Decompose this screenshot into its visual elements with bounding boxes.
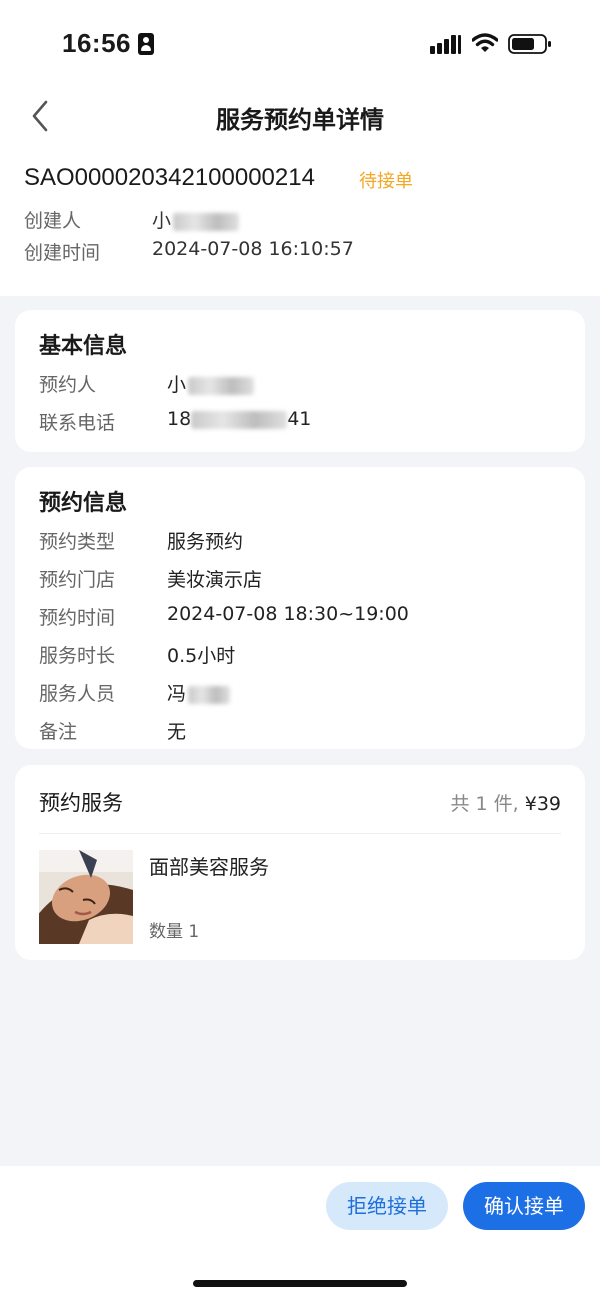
created-time-value: 2024-07-08 16:10:57: [152, 238, 354, 260]
basic-info-card: 基本信息 预约人 小 联系电话 18 41: [15, 310, 585, 452]
remark-label: 备注: [39, 721, 78, 743]
bottom-action-bar: 拒绝接单 确认接单: [0, 1166, 600, 1300]
redacted-name: [173, 212, 240, 231]
divider: [39, 833, 561, 834]
creator-value: 小: [152, 206, 240, 233]
phone-row: 联系电话 18 41: [39, 408, 559, 438]
booking-store-label: 预约门店: [39, 569, 116, 591]
service-duration-row: 服务时长 0.5小时: [39, 641, 559, 671]
service-name: 面部美容服务: [149, 855, 269, 879]
booking-time-row: 预约时间 2024-07-08 18:30~19:00: [39, 603, 559, 633]
service-staff-row: 服务人员 冯: [39, 679, 559, 709]
service-staff-value: 冯: [167, 679, 231, 706]
remark-row: 备注 无: [39, 717, 559, 747]
booking-type-label: 预约类型: [39, 531, 116, 553]
service-quantity: 数量 1: [149, 922, 200, 942]
booker-label: 预约人: [39, 374, 97, 396]
basic-info-title: 基本信息: [39, 334, 128, 359]
page-title: 服务预约单详情: [216, 106, 384, 134]
wifi-icon: [472, 33, 498, 52]
creator-label: 创建人: [24, 210, 82, 232]
cellular-signal-icon: [430, 34, 462, 54]
navigation-bar: 服务预约单详情: [0, 90, 600, 142]
battery-icon: [508, 34, 551, 54]
booking-type-row: 预约类型 服务预约: [39, 527, 559, 557]
booking-store-row: 预约门店 美妆演示店: [39, 565, 559, 595]
created-time-label: 创建时间: [24, 242, 101, 264]
booked-services-card: 预约服务 共 1 件, ¥39 面部美容服务 数量 1: [15, 765, 585, 960]
redacted-name: [188, 376, 255, 395]
facial-service-image: [39, 850, 133, 944]
redacted-phone: [191, 410, 288, 429]
reject-order-button[interactable]: 拒绝接单: [326, 1182, 448, 1230]
booking-info-card: 预约信息 预约类型 服务预约 预约门店 美妆演示店 预约时间 2024-07-0…: [15, 467, 585, 749]
booking-time-value: 2024-07-08 18:30~19:00: [167, 603, 409, 625]
status-bar: 16:56: [0, 0, 600, 90]
order-number: SAO000020342100000214: [24, 164, 315, 191]
contact-card-icon: [138, 33, 154, 55]
service-duration-label: 服务时长: [39, 645, 116, 667]
services-count: 共 1 件,: [450, 793, 525, 815]
order-status-badge: 待接单: [359, 171, 413, 192]
booking-store-value: 美妆演示店: [167, 569, 263, 591]
booker-value: 小: [167, 370, 255, 397]
redacted-name: [188, 685, 231, 704]
remark-value: 无: [167, 721, 187, 743]
phone-value[interactable]: 18 41: [167, 408, 311, 430]
service-staff-label: 服务人员: [39, 683, 116, 705]
phone-label: 联系电话: [39, 412, 116, 434]
booking-type-value: 服务预约: [167, 531, 244, 553]
booking-time-label: 预约时间: [39, 607, 116, 629]
services-summary: 共 1 件, ¥39: [450, 789, 561, 816]
booker-row: 预约人 小: [39, 370, 559, 400]
home-indicator[interactable]: [193, 1280, 407, 1287]
booking-info-title: 预约信息: [39, 491, 128, 516]
accept-order-button[interactable]: 确认接单: [463, 1182, 585, 1230]
service-duration-value: 0.5小时: [167, 645, 236, 667]
status-time: 16:56: [62, 28, 131, 58]
services-total-price: ¥39: [524, 793, 561, 815]
booked-services-title: 预约服务: [39, 791, 123, 815]
